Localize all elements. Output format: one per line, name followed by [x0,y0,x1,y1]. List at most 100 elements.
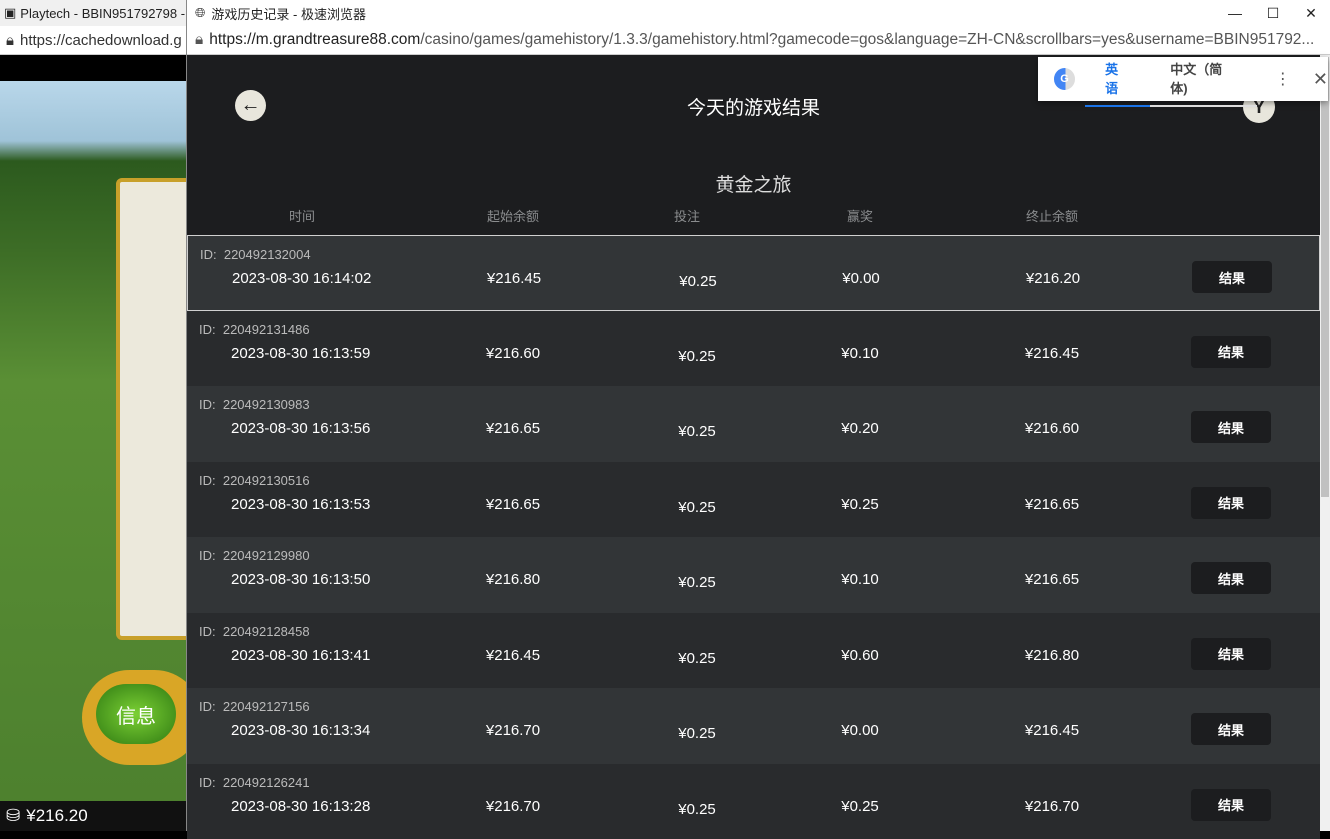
result-button[interactable]: 结果 [1191,638,1271,670]
close-icon[interactable]: ✕ [1313,69,1328,90]
row-end-balance: ¥216.45 [1025,345,1079,362]
game-paytable-panel [116,178,196,640]
round-id: ID: 220492126241 [199,775,310,790]
game-favicon-icon: ▣ [4,5,16,21]
title-bar: 🌐︎ 游戏历史记录 - 极速浏览器 —☐✕ [187,0,1330,26]
translate-popup: G 英语 中文（简体) ⋮ ✕ [1038,57,1328,101]
header-win: 赢奖 [847,206,873,225]
row-start-balance: ¥216.70 [486,722,540,739]
header-time: 时间 [289,206,315,225]
minimize-button[interactable]: — [1216,5,1254,22]
bg-tab-title: Playtech - BBIN951792798 - [20,6,185,21]
header-end-balance: 终止余额 [1026,206,1078,225]
row-end-balance: ¥216.60 [1025,420,1079,437]
row-win: ¥0.10 [841,345,879,362]
table-row[interactable]: ID: 220492132004 2023-08-30 16:14:02 ¥21… [187,235,1320,311]
row-time: 2023-08-30 16:13:56 [231,420,370,437]
round-id: ID: 220492131486 [199,322,310,337]
table-row[interactable]: ID: 220492130516 2023-08-30 16:13:53 ¥21… [187,462,1320,538]
scrollbar[interactable] [1320,55,1330,831]
result-button[interactable]: 结果 [1191,411,1271,443]
row-bet: ¥0.25 [678,801,716,818]
row-win: ¥0.25 [841,496,879,513]
globe-icon: 🌐︎ [195,5,205,21]
background-game-window: ▣ Playtech - BBIN951792798 - 🔒︎ https://ca… [0,0,186,831]
row-time: 2023-08-30 16:13:59 [231,345,370,362]
table-row[interactable]: ID: 220492131486 2023-08-30 16:13:59 ¥21… [187,311,1320,387]
page-content: ← 今天的游戏结果 Y 黄金之旅 时间 起始余额 投注 赢奖 终止余额 ID: … [187,55,1320,831]
maximize-button[interactable]: ☐ [1254,5,1292,22]
balance-bar: ⛁¥216.20 [0,801,186,831]
result-button[interactable]: 结果 [1191,713,1271,745]
row-win: ¥0.10 [841,571,879,588]
row-bet: ¥0.25 [678,650,716,667]
address-bar[interactable]: 🔒︎ https://m.grandtreasure88.com/casino/… [187,26,1330,55]
lock-icon: 🔒︎ [6,32,14,49]
row-time: 2023-08-30 16:13:34 [231,722,370,739]
lock-icon: 🔒︎ [195,31,203,49]
row-win: ¥0.25 [841,798,879,815]
history-table: ID: 220492132004 2023-08-30 16:14:02 ¥21… [187,235,1320,839]
bg-tab[interactable]: ▣ Playtech - BBIN951792798 - [0,0,186,26]
row-win: ¥0.00 [842,270,880,287]
scrollbar-thumb[interactable] [1321,57,1329,497]
result-button[interactable]: 结果 [1191,487,1271,519]
table-row[interactable]: ID: 220492130983 2023-08-30 16:13:56 ¥21… [187,386,1320,462]
row-time: 2023-08-30 16:13:50 [231,571,370,588]
row-start-balance: ¥216.80 [486,571,540,588]
bg-header [0,55,186,81]
translate-tab-chinese[interactable]: 中文（简体) [1150,59,1257,107]
balance: ¥216.20 [26,806,87,826]
row-end-balance: ¥216.65 [1025,496,1079,513]
row-end-balance: ¥216.70 [1025,798,1079,815]
game-name: 黄金之旅 [187,170,1320,197]
row-end-balance: ¥216.80 [1025,647,1079,664]
info-button[interactable]: 信息 [82,670,202,765]
header-bet: 投注 [674,206,700,225]
row-time: 2023-08-30 16:14:02 [232,270,371,287]
round-id: ID: 220492129980 [199,548,310,563]
bg-url: https://cachedownload.g [20,32,182,49]
round-id: ID: 220492132004 [200,247,311,262]
url: https://m.grandtreasure88.com/casino/gam… [209,31,1314,49]
result-button[interactable]: 结果 [1191,562,1271,594]
table-row[interactable]: ID: 220492126241 2023-08-30 16:13:28 ¥21… [187,764,1320,839]
row-win: ¥0.20 [841,420,879,437]
translate-tab-english[interactable]: 英语 [1085,59,1150,107]
info-button-label: 信息 [96,684,176,744]
header-start-balance: 起始余额 [487,206,539,225]
history-window: 🌐︎ 游戏历史记录 - 极速浏览器 —☐✕ 🔒︎ https://m.grand… [186,0,1330,831]
row-bet: ¥0.25 [678,574,716,591]
round-id: ID: 220492130983 [199,397,310,412]
google-translate-icon: G [1054,68,1075,90]
round-id: ID: 220492128458 [199,624,310,639]
round-id: ID: 220492130516 [199,473,310,488]
row-start-balance: ¥216.65 [486,420,540,437]
row-bet: ¥0.25 [678,348,716,365]
bg-address-bar[interactable]: 🔒︎ https://cachedownload.g [0,26,186,55]
result-button[interactable]: 结果 [1192,261,1272,293]
table-row[interactable]: ID: 220492127156 2023-08-30 16:13:34 ¥21… [187,688,1320,764]
table-row[interactable]: ID: 220492129980 2023-08-30 16:13:50 ¥21… [187,537,1320,613]
row-start-balance: ¥216.65 [486,496,540,513]
round-id: ID: 220492127156 [199,699,310,714]
row-time: 2023-08-30 16:13:53 [231,496,370,513]
row-start-balance: ¥216.45 [487,270,541,287]
row-start-balance: ¥216.60 [486,345,540,362]
row-bet: ¥0.25 [678,725,716,742]
row-end-balance: ¥216.20 [1026,270,1080,287]
row-time: 2023-08-30 16:13:28 [231,798,370,815]
table-header: 时间 起始余额 投注 赢奖 终止余额 [187,206,1320,226]
row-start-balance: ¥216.70 [486,798,540,815]
row-start-balance: ¥216.45 [486,647,540,664]
result-button[interactable]: 结果 [1191,336,1271,368]
result-button[interactable]: 结果 [1191,789,1271,821]
close-button[interactable]: ✕ [1292,5,1330,22]
row-bet: ¥0.25 [678,499,716,516]
row-time: 2023-08-30 16:13:41 [231,647,370,664]
row-end-balance: ¥216.45 [1025,722,1079,739]
window-title: 游戏历史记录 - 极速浏览器 [211,4,366,23]
more-options-icon[interactable]: ⋮ [1275,69,1291,89]
table-row[interactable]: ID: 220492128458 2023-08-30 16:13:41 ¥21… [187,613,1320,689]
row-bet: ¥0.25 [678,423,716,440]
